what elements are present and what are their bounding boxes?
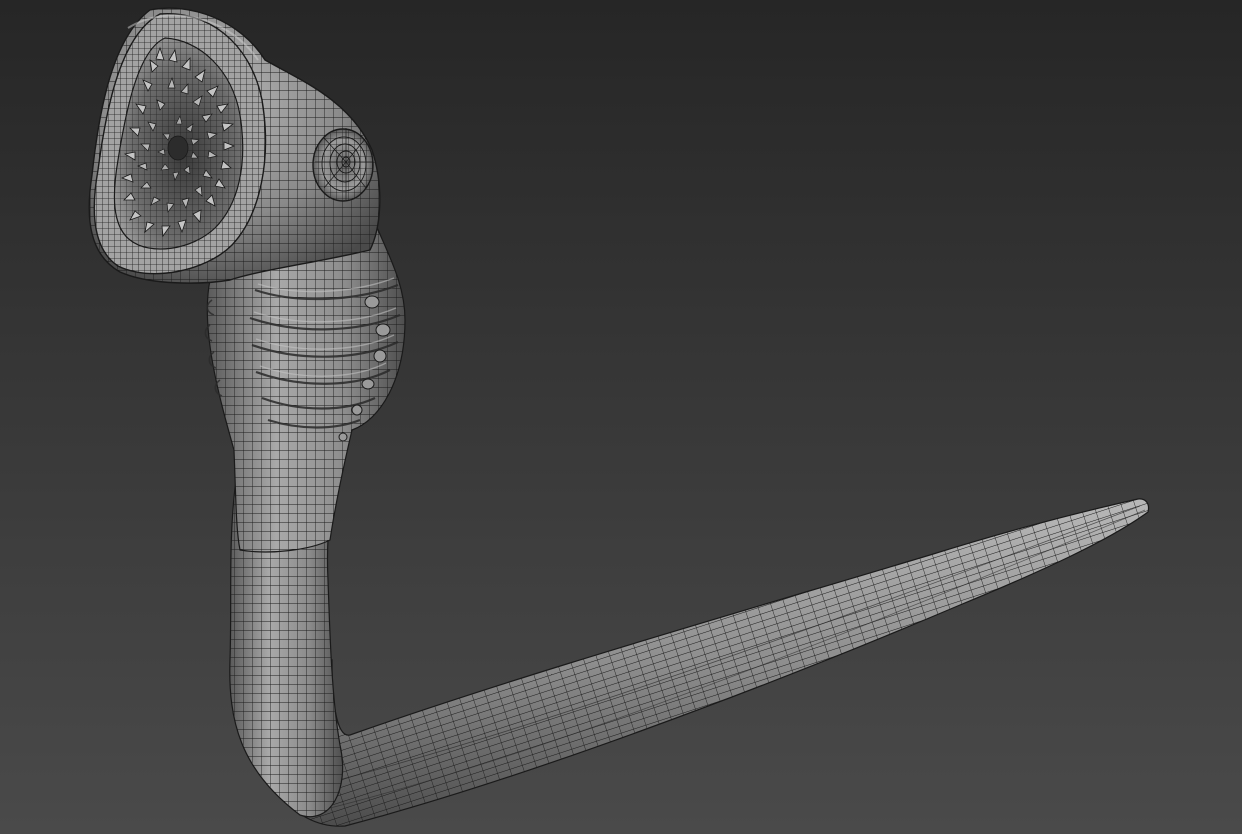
throat-hole bbox=[167, 135, 189, 161]
3d-viewport[interactable] bbox=[0, 0, 1242, 834]
eye-organ bbox=[312, 128, 374, 202]
tail-mesh bbox=[237, 498, 1150, 827]
mesh-render bbox=[88, 7, 1150, 827]
